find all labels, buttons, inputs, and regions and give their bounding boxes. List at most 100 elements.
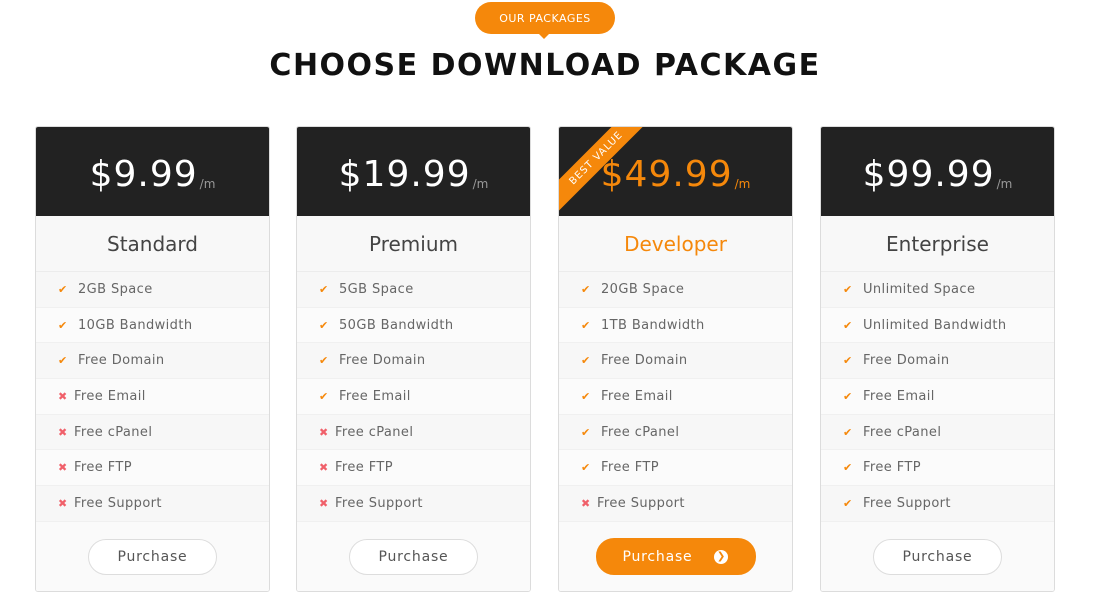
feature-label: Free Email [74,388,146,404]
feature-item: ✔ Unlimited Bandwidth [821,307,1054,344]
purchase-button[interactable]: Purchase [873,538,1002,575]
feature-label: 10GB Bandwidth [78,317,193,333]
feature-label: Free Support [335,495,423,511]
price-period: /m [199,176,216,191]
pricing-card-enterprise: $99.99/m Enterprise ✔ Unlimited Space ✔ Unlim… [820,126,1055,592]
check-icon: ✔ [843,318,853,332]
feature-item: ✖ Free Support [559,486,792,522]
check-icon: ✔ [843,389,853,403]
check-icon: ✔ [58,282,68,296]
feature-label: Free Domain [78,353,165,369]
feature-item: ✔ Unlimited Space [821,272,1054,308]
check-icon: ✔ [581,354,591,368]
price-header: $9.99/m [36,127,269,216]
feature-label: Free FTP [74,460,132,476]
feature-label: Free Email [863,388,935,404]
feature-label: Free cPanel [601,424,680,440]
feature-label: Free Domain [601,353,688,369]
feature-item: ✔ Free FTP [821,450,1054,487]
feature-item: ✔ 50GB Bandwidth [297,307,530,344]
feature-label: Free cPanel [863,424,942,440]
feature-list: ✔ 5GB Space ✔ 50GB Bandwidth ✔ Free Domain ✔ Fr… [297,272,530,522]
feature-item: ✔ 20GB Space [559,272,792,308]
check-icon: ✔ [581,389,591,403]
feature-label: Free Domain [863,353,950,369]
arrow-right-circle-icon: ❯ [714,549,729,564]
feature-label: 20GB Space [601,281,685,297]
feature-item: ✔ Free cPanel [821,414,1054,451]
price-header: $99.99/m [821,127,1054,216]
cross-icon: ✖ [319,425,329,439]
price-header: $19.99/m [297,127,530,216]
feature-label: Free Email [601,388,673,404]
check-icon: ✔ [843,496,853,510]
check-icon: ✔ [581,282,591,296]
check-icon: ✔ [843,354,853,368]
section-badge: OUR PACKAGES [475,2,615,34]
purchase-button-label: Purchase [902,548,973,565]
feature-label: Free FTP [335,460,393,476]
feature-item: ✖ Free FTP [297,450,530,487]
feature-item: ✔ Free Email [297,379,530,415]
cross-icon: ✖ [58,461,68,475]
feature-item: ✔ 5GB Space [297,272,530,308]
feature-item: ✔ Free Email [559,379,792,415]
feature-item: ✖ Free Email [36,379,269,415]
feature-label: Free Email [339,388,411,404]
pricing-card-developer: BEST VALUE $49.99/m Developer ✔ 20GB Space ✔ 1… [558,126,793,592]
price-period: /m [734,176,751,191]
cross-icon: ✖ [581,496,591,510]
badge-pointer [538,33,550,39]
feature-item: ✔ Free Domain [559,343,792,380]
purchase-button-label: Purchase [622,548,693,565]
cross-icon: ✖ [58,496,68,510]
purchase-button[interactable]: Purchase ❯ [595,538,756,576]
card-footer: Purchase ❯ [559,521,792,591]
feature-label: Unlimited Space [863,281,976,297]
feature-label: Free Support [863,495,951,511]
feature-item: ✔ Free FTP [559,450,792,487]
check-icon: ✔ [581,461,591,475]
feature-item: ✔ 1TB Bandwidth [559,307,792,344]
pricing-card-standard: $9.99/m Standard ✔ 2GB Space ✔ 10GB Bandwidth… [35,126,270,592]
check-icon: ✔ [581,318,591,332]
card-footer: Purchase [297,521,530,591]
feature-item: ✔ Free Domain [36,343,269,380]
ribbon-label: BEST VALUE [559,127,649,212]
feature-label: Free cPanel [335,424,414,440]
feature-item: ✔ Free Domain [297,343,530,380]
best-value-ribbon: BEST VALUE [559,127,649,217]
purchase-button-label: Purchase [378,548,449,565]
card-footer: Purchase [36,521,269,591]
feature-label: Free Support [74,495,162,511]
price-period: /m [472,176,489,191]
check-icon: ✔ [319,318,329,332]
check-icon: ✔ [319,389,329,403]
plan-name: Enterprise [821,216,1054,272]
check-icon: ✔ [319,354,329,368]
feature-item: ✔ Free Domain [821,343,1054,380]
plan-name: Standard [36,216,269,272]
price-header: BEST VALUE $49.99/m [559,127,792,216]
plan-price: $9.99 [89,154,198,195]
feature-item: ✖ Free cPanel [36,414,269,451]
cross-icon: ✖ [58,389,68,403]
feature-label: Free FTP [601,460,659,476]
purchase-button[interactable]: Purchase [88,538,217,575]
check-icon: ✔ [843,425,853,439]
check-icon: ✔ [843,461,853,475]
price-period: /m [996,176,1013,191]
feature-item: ✖ Free FTP [36,450,269,487]
feature-label: 5GB Space [339,281,414,297]
feature-item: ✔ 2GB Space [36,272,269,308]
card-footer: Purchase [821,521,1054,591]
check-icon: ✔ [58,318,68,332]
page-title: CHOOSE DOWNLOAD PACKAGE [269,48,821,83]
feature-label: Unlimited Bandwidth [863,317,1007,333]
feature-label: Free Support [597,495,685,511]
plan-price: $99.99 [862,154,995,195]
feature-item: ✔ Free Support [821,486,1054,522]
cross-icon: ✖ [319,461,329,475]
purchase-button-label: Purchase [117,548,188,565]
purchase-button[interactable]: Purchase [349,538,478,575]
